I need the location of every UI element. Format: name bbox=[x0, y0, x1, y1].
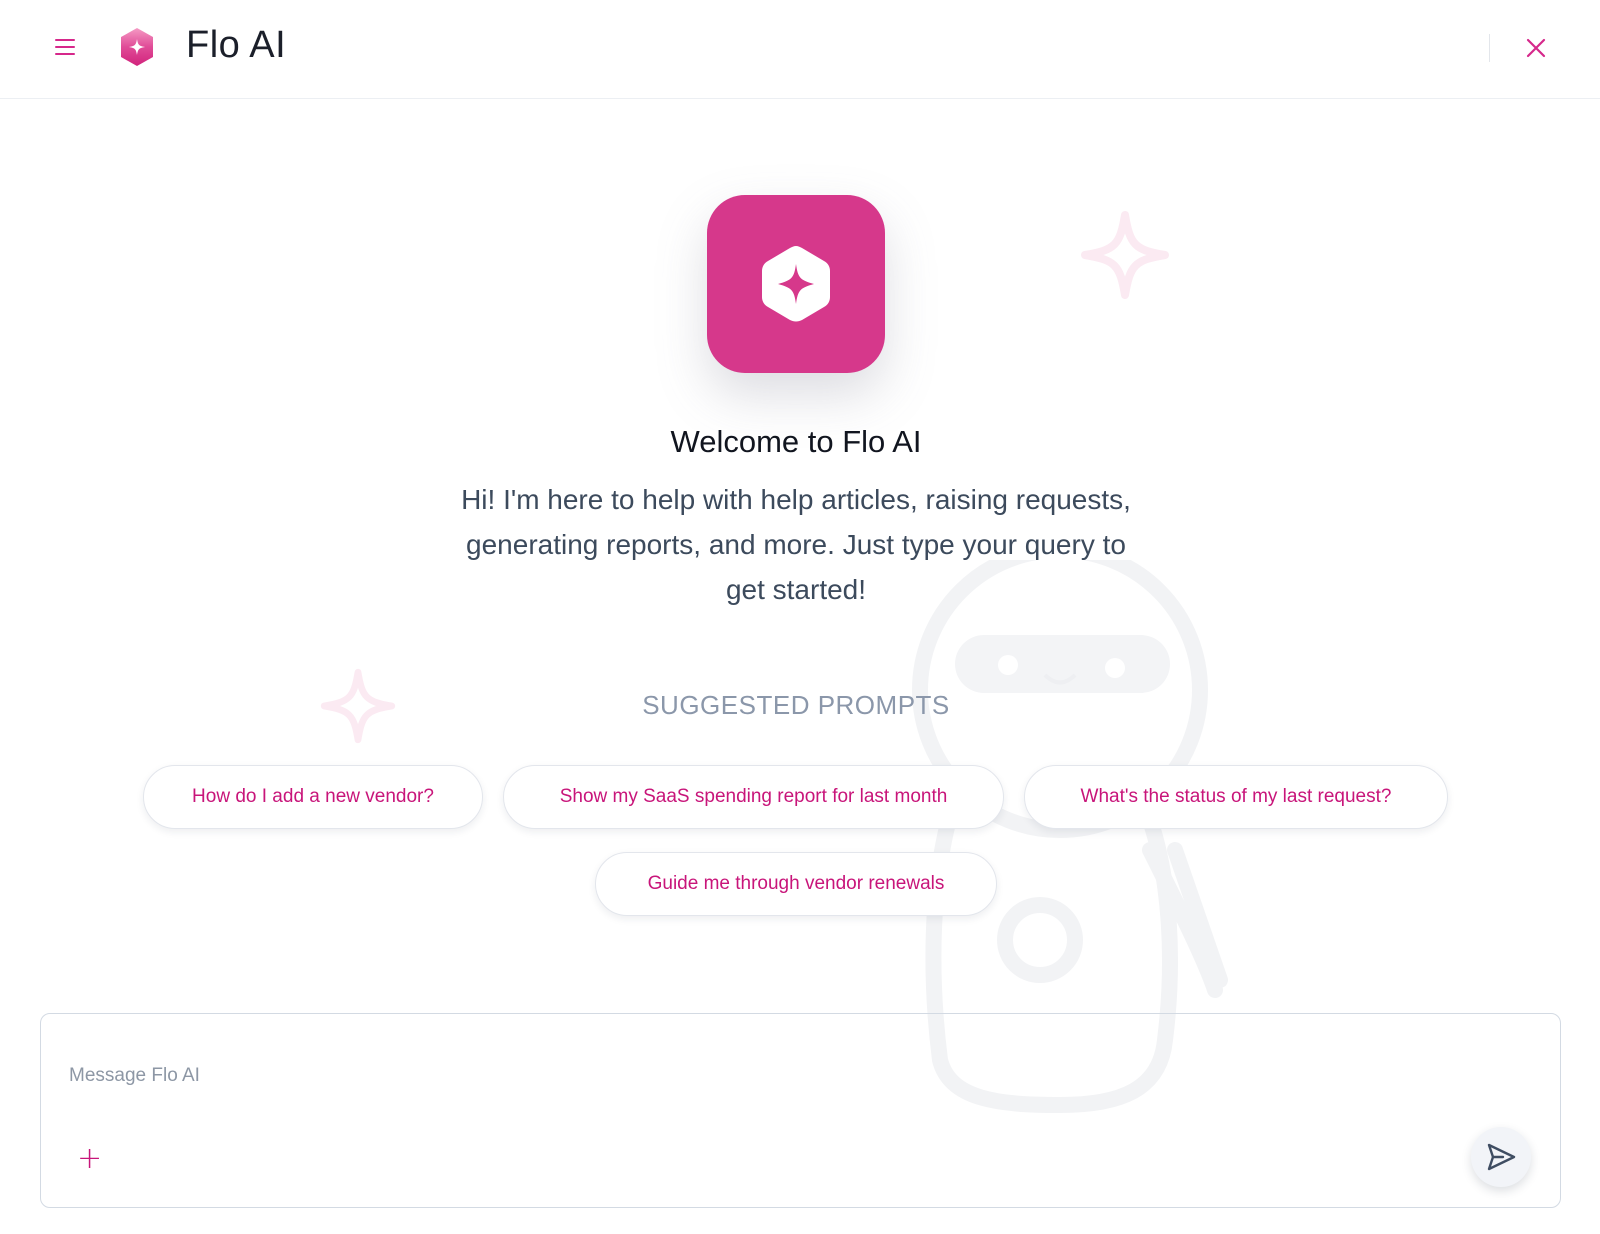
close-icon[interactable] bbox=[1522, 34, 1550, 62]
background-sparkle-right bbox=[1081, 211, 1169, 299]
attach-button[interactable]: + bbox=[77, 1144, 102, 1174]
header-divider bbox=[1489, 34, 1490, 62]
suggested-prompt-chip[interactable]: What's the status of my last request? bbox=[1024, 765, 1448, 829]
suggested-prompts-label: SUGGESTED PROMPTS bbox=[642, 690, 950, 720]
send-icon bbox=[1487, 1143, 1516, 1171]
send-button[interactable] bbox=[1471, 1127, 1531, 1187]
message-composer: + bbox=[40, 1013, 1561, 1208]
hamburger-menu-icon-bar bbox=[55, 53, 75, 55]
suggested-prompt-chip[interactable]: Show my SaaS spending report for last mo… bbox=[503, 765, 1004, 829]
welcome-title: Welcome to Flo AI bbox=[670, 424, 922, 459]
hamburger-menu-icon bbox=[55, 39, 75, 41]
welcome-description: Hi! I'm here to help with help articles,… bbox=[461, 484, 1131, 605]
hero-logo bbox=[707, 195, 885, 373]
menu-button[interactable] bbox=[50, 30, 80, 64]
hexagon-sparkle-icon bbox=[762, 246, 830, 322]
suggested-prompt-chip[interactable]: How do I add a new vendor? bbox=[143, 765, 483, 829]
app-header: Flo AI bbox=[0, 0, 1600, 99]
app-title: Flo AI bbox=[186, 24, 287, 66]
message-input[interactable] bbox=[67, 1060, 1471, 1092]
hexagon-sparkle-icon bbox=[121, 28, 153, 66]
hamburger-menu-icon-bar bbox=[55, 46, 75, 48]
suggested-prompt-chip[interactable]: Guide me through vendor renewals bbox=[595, 852, 997, 916]
